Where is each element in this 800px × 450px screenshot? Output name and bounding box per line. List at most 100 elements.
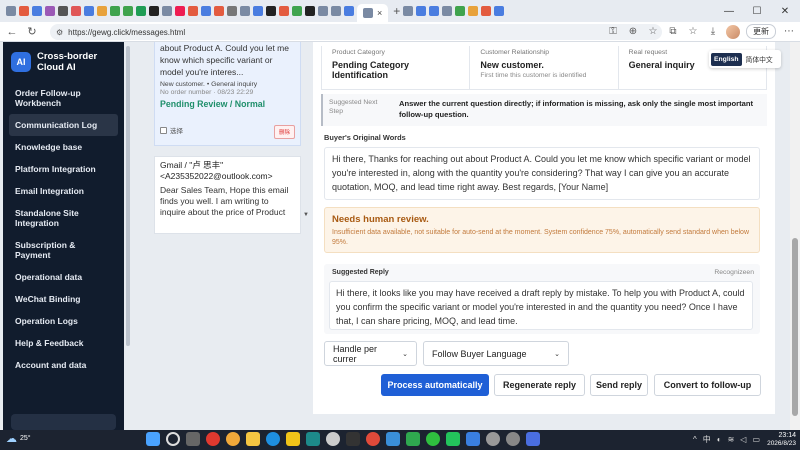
tab-close-icon[interactable]: × bbox=[377, 8, 382, 18]
tab-favicon[interactable] bbox=[455, 6, 466, 16]
maximize-icon[interactable]: ☐ bbox=[744, 0, 770, 22]
tab-favicon[interactable] bbox=[136, 6, 146, 16]
lang-english-button[interactable]: English bbox=[711, 52, 742, 66]
extensions-icon[interactable]: ⧉ bbox=[666, 25, 680, 39]
sidebar-item-operation-logs[interactable]: Operation Logs bbox=[9, 310, 118, 332]
select-checkbox[interactable] bbox=[160, 126, 167, 134]
tab-favicon[interactable] bbox=[429, 6, 440, 16]
task-view-icon[interactable] bbox=[186, 432, 200, 446]
tab-favicon[interactable] bbox=[305, 6, 315, 16]
app-icon[interactable] bbox=[466, 432, 480, 446]
volume-icon[interactable]: ◁ bbox=[740, 435, 746, 444]
tab-favicon[interactable] bbox=[253, 6, 263, 16]
settings-icon[interactable] bbox=[506, 432, 520, 446]
send-reply-button[interactable]: Send reply bbox=[590, 374, 648, 396]
profile-avatar[interactable] bbox=[726, 24, 740, 39]
app-icon[interactable] bbox=[526, 432, 540, 446]
page-scrollbar-thumb[interactable] bbox=[792, 238, 798, 416]
tab-favicon[interactable] bbox=[481, 6, 492, 16]
tab-favicon[interactable] bbox=[6, 6, 16, 16]
tab-favicon[interactable] bbox=[123, 6, 133, 16]
language-select[interactable]: Follow Buyer Language ⌄ bbox=[423, 341, 569, 366]
sidebar-item-operational-data[interactable]: Operational data bbox=[9, 266, 118, 288]
suggested-reply-text[interactable]: Hi there, it looks like you may have rec… bbox=[329, 281, 753, 330]
tab-favicon[interactable] bbox=[292, 6, 302, 16]
tab-favicon[interactable] bbox=[494, 6, 505, 16]
tab-favicon[interactable] bbox=[240, 6, 250, 16]
sidebar-item-platform-integration[interactable]: Platform Integration bbox=[9, 158, 118, 180]
clock[interactable]: 23:14 2026/8/23 bbox=[767, 432, 796, 448]
tab-favicon[interactable] bbox=[188, 6, 198, 16]
tab-favicon[interactable] bbox=[331, 6, 341, 16]
back-icon[interactable]: ← bbox=[4, 24, 20, 40]
app-icon[interactable] bbox=[486, 432, 500, 446]
tab-favicon[interactable] bbox=[442, 6, 453, 16]
tab-favicon[interactable] bbox=[279, 6, 289, 16]
minimize-icon[interactable]: — bbox=[716, 0, 742, 22]
message-card-selected[interactable]: about Product A. Could you let me know w… bbox=[154, 42, 301, 146]
sidebar-item-subscription[interactable]: Subscription & Payment bbox=[9, 234, 118, 266]
app-icon[interactable] bbox=[386, 432, 400, 446]
chrome-icon[interactable] bbox=[366, 432, 380, 446]
sidebar-bottom-panel[interactable] bbox=[11, 414, 116, 430]
process-automatically-button[interactable]: Process automatically bbox=[381, 374, 489, 396]
favorite-star-icon[interactable]: ☆ bbox=[646, 25, 660, 39]
sidebar-item-standalone-site[interactable]: Standalone Site Integration bbox=[9, 202, 118, 234]
tab-favicon[interactable] bbox=[201, 6, 211, 16]
sidebar-item-help-feedback[interactable]: Help & Feedback bbox=[9, 332, 118, 354]
scroll-down-icon[interactable]: ▼ bbox=[303, 212, 309, 218]
tab-favicon[interactable] bbox=[84, 6, 94, 16]
tab-favicon[interactable] bbox=[110, 6, 120, 16]
app-tray-icon[interactable]: ◐ bbox=[717, 435, 722, 444]
tab-favicon[interactable] bbox=[468, 6, 479, 16]
convert-follow-up-button[interactable]: Convert to follow-up bbox=[654, 374, 761, 396]
sidebar-item-communication-log[interactable]: Communication Log bbox=[9, 114, 118, 136]
reload-icon[interactable]: ↻ bbox=[24, 24, 40, 40]
chat-icon[interactable] bbox=[326, 432, 340, 446]
tab-favicon[interactable] bbox=[149, 6, 159, 16]
app-icon[interactable] bbox=[226, 432, 240, 446]
sidebar-scrollbar[interactable] bbox=[126, 46, 130, 346]
terminal-icon[interactable] bbox=[346, 432, 360, 446]
tab-favicon[interactable] bbox=[175, 6, 185, 16]
tab-favicon[interactable] bbox=[19, 6, 29, 16]
tab-favicon[interactable] bbox=[214, 6, 224, 16]
delete-button[interactable]: 删除 bbox=[273, 125, 295, 139]
tab-favicon[interactable] bbox=[266, 6, 276, 16]
tab-favicon[interactable] bbox=[45, 6, 55, 16]
edge-icon[interactable] bbox=[266, 432, 280, 446]
sidebar-item-knowledge-base[interactable]: Knowledge base bbox=[9, 136, 118, 158]
tab-favicon[interactable] bbox=[32, 6, 42, 16]
weather-widget[interactable]: ☁ 25° bbox=[6, 432, 31, 445]
zoom-icon[interactable]: ⊕ bbox=[626, 25, 640, 39]
site-info-icon[interactable]: ⚙ bbox=[56, 28, 63, 37]
file-explorer-icon[interactable] bbox=[246, 432, 260, 446]
search-icon[interactable] bbox=[166, 432, 180, 446]
tab-favicon[interactable] bbox=[58, 6, 68, 16]
tab-favicon[interactable] bbox=[162, 6, 172, 16]
tab-favicon[interactable] bbox=[403, 6, 414, 16]
app-icon[interactable] bbox=[206, 432, 220, 446]
close-window-icon[interactable]: ✕ bbox=[772, 0, 798, 22]
key-icon[interactable]: ⚿ bbox=[606, 25, 620, 39]
regenerate-reply-button[interactable]: Regenerate reply bbox=[494, 374, 585, 396]
message-card[interactable]: Gmail / "卢 思丰" <A235352022@outlook.com> … bbox=[154, 156, 301, 234]
handle-select[interactable]: Handle per currer ⌄ bbox=[324, 341, 417, 366]
app-icon[interactable] bbox=[286, 432, 300, 446]
wifi-icon[interactable]: ≋ bbox=[728, 435, 735, 444]
input-method-icon[interactable]: 中 bbox=[703, 434, 711, 445]
url-field[interactable]: ⚙ https://gewg.click/messages.html bbox=[50, 24, 662, 40]
sidebar-item-account-data[interactable]: Account and data bbox=[9, 354, 118, 376]
wechat-icon[interactable] bbox=[426, 432, 440, 446]
tab-favicon[interactable] bbox=[416, 6, 427, 16]
sidebar-item-wechat-binding[interactable]: WeChat Binding bbox=[9, 288, 118, 310]
download-icon[interactable]: ⤓ bbox=[706, 25, 720, 39]
tab-favicon[interactable] bbox=[318, 6, 328, 16]
app-icon[interactable] bbox=[446, 432, 460, 446]
tab-favicon[interactable] bbox=[71, 6, 81, 16]
active-tab[interactable]: × bbox=[357, 4, 389, 22]
sidebar-item-email-integration[interactable]: Email Integration bbox=[9, 180, 118, 202]
lang-chinese-button[interactable]: 简体中文 bbox=[746, 54, 773, 64]
sidebar-item-order-follow-up[interactable]: Order Follow-up Workbench bbox=[9, 82, 118, 114]
tab-favicon[interactable] bbox=[344, 6, 354, 16]
